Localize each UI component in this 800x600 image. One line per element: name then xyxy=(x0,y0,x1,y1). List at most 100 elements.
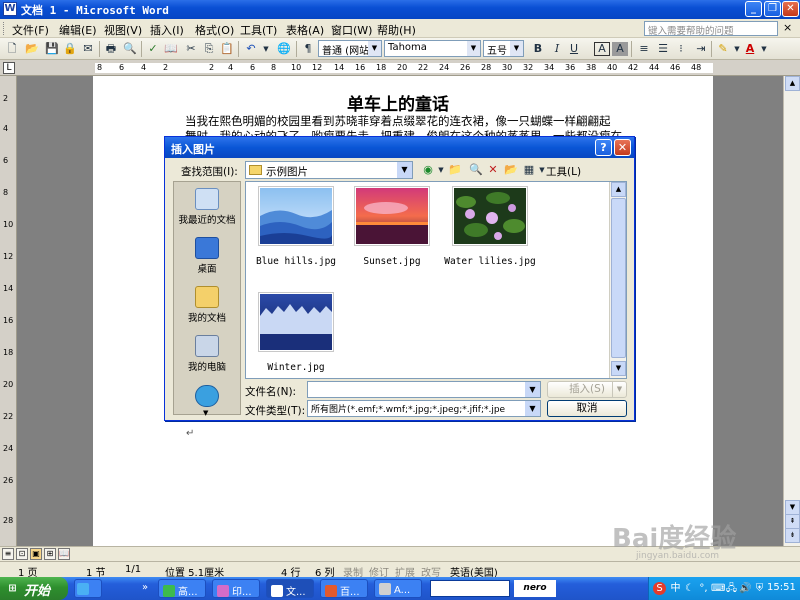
paste-icon[interactable]: 📋 xyxy=(219,41,235,57)
italic-button[interactable]: I xyxy=(549,41,565,57)
char-border-button[interactable]: A xyxy=(594,42,610,56)
shield-icon[interactable]: ⛨ xyxy=(753,582,766,595)
look-in-select[interactable]: 示例图片 ▼ xyxy=(245,161,413,179)
align-left-icon[interactable]: ≡ xyxy=(636,41,652,57)
font-select[interactable]: Tahoma ▼ xyxy=(384,40,481,57)
bullets-icon[interactable]: ⁝ xyxy=(673,41,689,57)
file-name[interactable]: Water lilies.jpg xyxy=(442,256,538,267)
file-thumbnail[interactable] xyxy=(258,186,334,246)
file-thumbnail[interactable] xyxy=(354,186,430,246)
undo-icon[interactable]: ↶ xyxy=(243,41,259,57)
web-view-icon[interactable]: ⊡ xyxy=(16,548,28,560)
underline-button[interactable]: U xyxy=(566,41,582,57)
scroll-up-icon[interactable]: ▲ xyxy=(611,182,626,197)
quick-launch-area[interactable] xyxy=(74,579,102,598)
word-app-icon[interactable]: W xyxy=(3,2,17,16)
menu-insert[interactable]: 插入(I) xyxy=(150,22,184,38)
moon-icon[interactable]: ☾ xyxy=(683,582,696,595)
menu-table[interactable]: 表格(A) xyxy=(286,22,324,38)
spelling-icon[interactable]: ✓ xyxy=(145,41,161,57)
undo-dropdown-icon[interactable]: ▼ xyxy=(258,41,274,57)
close-button[interactable]: ✕ xyxy=(782,1,799,17)
font-size-select[interactable]: 五号 ▼ xyxy=(483,40,524,57)
insert-button[interactable]: 插入(S) ▼ xyxy=(547,381,627,398)
menu-edit[interactable]: 编辑(E) xyxy=(59,22,97,38)
permission-icon[interactable]: 🔒 xyxy=(62,41,78,57)
search-web-icon[interactable]: 🔍 xyxy=(468,162,484,178)
help-question-input[interactable]: 键入需要帮助的问题 xyxy=(644,21,778,36)
file-name[interactable]: Blue hills.jpg xyxy=(248,256,344,267)
file-list[interactable]: Blue hills.jpg Sunset.jpg Water lilies.j… xyxy=(245,181,627,379)
hyperlink-icon[interactable]: 🌐 xyxy=(276,41,292,57)
numbering-icon[interactable]: ☰ xyxy=(655,41,671,57)
clock[interactable]: 15:51 xyxy=(767,582,796,593)
chevron-down-icon[interactable]: ▼ xyxy=(467,41,480,56)
volume-icon[interactable]: 🔊 xyxy=(739,582,752,595)
file-name[interactable]: Sunset.jpg xyxy=(344,256,440,267)
punctuation-icon[interactable]: °, xyxy=(697,582,710,595)
chevron-down-icon[interactable]: ▼ xyxy=(525,401,540,416)
tools-menu[interactable]: 工具(L) xyxy=(546,164,581,179)
dialog-close-button[interactable]: ✕ xyxy=(614,139,631,156)
chevron-down-icon[interactable]: ▼ xyxy=(525,382,540,397)
new-folder-icon[interactable]: 📂 xyxy=(503,162,519,178)
delete-icon[interactable]: ✕ xyxy=(485,162,501,178)
restore-button[interactable]: ❐ xyxy=(764,1,781,17)
copy-icon[interactable]: ⎘ xyxy=(201,41,217,57)
keyboard-icon[interactable]: ⌨ xyxy=(711,582,725,595)
dialog-title-bar[interactable]: 插入图片 ? ✕ xyxy=(165,137,634,158)
minimize-button[interactable]: _ xyxy=(745,1,762,17)
tab-selector-box[interactable]: L xyxy=(3,62,15,74)
place-network[interactable]: ▼ xyxy=(174,385,240,417)
scroll-down-icon[interactable]: ▼ xyxy=(611,361,626,376)
file-name[interactable]: Winter.jpg xyxy=(248,362,344,373)
dialog-help-button[interactable]: ? xyxy=(595,139,612,156)
outline-view-icon[interactable]: ⊞ xyxy=(44,548,56,560)
styles-pane-icon[interactable]: ¶ xyxy=(300,41,316,57)
email-icon[interactable]: ✉ xyxy=(80,41,96,57)
chinese-input-icon[interactable]: 中 xyxy=(669,582,682,595)
chevron-down-icon[interactable]: ▼ xyxy=(756,41,772,57)
menu-file[interactable]: 文件(F) xyxy=(12,22,49,38)
increase-indent-icon[interactable]: ⇥ xyxy=(693,41,709,57)
taskbar-task[interactable]: A... xyxy=(374,579,422,598)
quick-launch-overflow-icon[interactable]: » xyxy=(142,582,148,593)
cut-icon[interactable]: ✂ xyxy=(183,41,199,57)
menu-help[interactable]: 帮助(H) xyxy=(377,22,416,38)
normal-view-icon[interactable]: ≡ xyxy=(2,548,14,560)
start-button[interactable]: ⊞ 开始 xyxy=(0,577,68,600)
research-icon[interactable]: 📖 xyxy=(163,41,179,57)
menu-tools[interactable]: 工具(T) xyxy=(240,22,277,38)
new-document-icon[interactable]: 🗋 xyxy=(4,41,20,57)
document-close-button[interactable]: × xyxy=(783,21,792,34)
reading-view-icon[interactable]: 📖 xyxy=(58,548,70,560)
menu-format[interactable]: 格式(O) xyxy=(195,22,234,38)
chevron-down-icon[interactable]: ▼ xyxy=(397,162,412,178)
taskbar-task-active[interactable]: 文... xyxy=(266,579,314,598)
open-folder-icon[interactable]: 📂 xyxy=(24,41,40,57)
file-thumbnail[interactable] xyxy=(452,186,528,246)
scroll-up-icon[interactable]: ▲ xyxy=(785,76,800,91)
style-select[interactable]: 普通 (网站) ▼ xyxy=(318,40,382,57)
print-preview-icon[interactable]: 🔍 xyxy=(122,41,138,57)
bold-button[interactable]: B xyxy=(530,41,546,57)
print-view-icon[interactable]: ▣ xyxy=(30,548,42,560)
place-my-documents[interactable]: 我的文档 xyxy=(174,286,240,324)
char-shading-button[interactable]: A xyxy=(612,42,628,56)
cancel-button[interactable]: 取消 xyxy=(547,400,627,417)
quick-launch-icon[interactable] xyxy=(77,583,89,595)
scroll-thumb[interactable] xyxy=(611,198,626,358)
chevron-down-icon[interactable]: ▼ xyxy=(612,382,626,397)
scroll-down-icon[interactable]: ▼ xyxy=(785,500,800,515)
nero-search-logo[interactable]: nero xyxy=(514,580,556,597)
file-thumbnail[interactable] xyxy=(258,292,334,352)
print-icon[interactable]: 🖶 xyxy=(103,41,119,57)
vertical-scrollbar[interactable]: ▲ ▼ ⇞ ⇟ xyxy=(783,76,800,546)
menu-window[interactable]: 窗口(W) xyxy=(331,22,372,38)
place-desktop[interactable]: 桌面 xyxy=(174,237,240,275)
save-icon[interactable]: 💾 xyxy=(44,41,60,57)
filename-input[interactable]: ▼ xyxy=(307,381,541,398)
network-icon[interactable]: 🖧 xyxy=(725,582,738,595)
address-input[interactable] xyxy=(430,580,510,597)
taskbar-task[interactable]: 百... xyxy=(320,579,368,598)
